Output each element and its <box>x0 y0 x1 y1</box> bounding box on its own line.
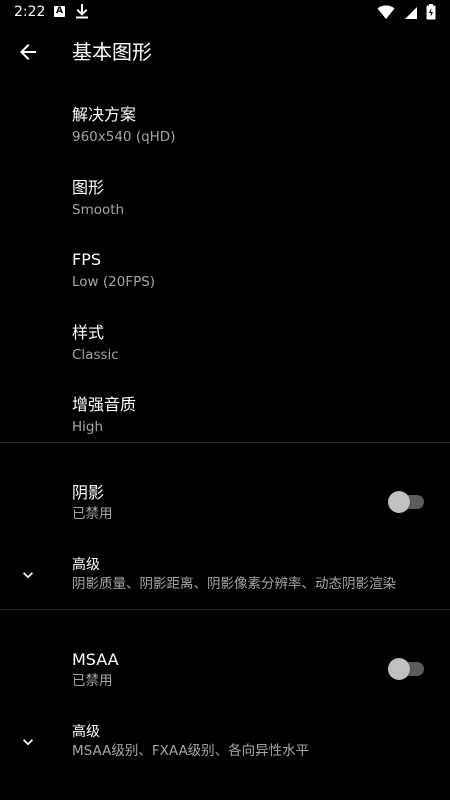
pref-summary: 已禁用 <box>72 506 113 522</box>
chevron-down-icon <box>18 565 38 585</box>
pref-resolution[interactable]: 解决方案 960x540 (qHD) <box>0 91 450 163</box>
pref-summary: Low (20FPS) <box>72 274 156 290</box>
pref-shadow-advanced[interactable]: 高级 阴影质量、阴影距离、阴影像素分辨率、动态阴影渲染 <box>0 543 450 607</box>
pref-title: MSAA <box>72 650 119 669</box>
page-title: 基本图形 <box>72 40 152 64</box>
switch-thumb <box>388 658 410 680</box>
pref-summary: 已禁用 <box>72 673 113 689</box>
pref-shadow-switch[interactable]: 阴影 已禁用 <box>0 469 450 537</box>
pref-msaa-advanced[interactable]: 高级 MSAA级别、FXAA级别、各向异性水平 <box>0 710 450 774</box>
notification-app-icon: A <box>54 6 65 17</box>
pref-summary: 阴影质量、阴影距离、阴影像素分辨率、动态阴影渲染 <box>72 576 396 592</box>
divider <box>0 442 450 443</box>
pref-summary: Classic <box>72 347 119 363</box>
pref-title: 样式 <box>72 323 105 342</box>
pref-summary: 960x540 (qHD) <box>72 129 176 145</box>
pref-title: 高级 <box>72 724 100 740</box>
pref-title: 阴影 <box>72 483 105 502</box>
status-bar: 2:22 A <box>0 0 450 24</box>
pref-fps[interactable]: FPS Low (20FPS) <box>0 236 450 308</box>
pref-title: 增强音质 <box>72 395 137 414</box>
pref-title: 图形 <box>72 178 105 197</box>
download-icon <box>75 3 89 23</box>
app-bar: 基本图形 <box>0 24 450 80</box>
status-icons <box>373 4 436 20</box>
pref-title: FPS <box>72 250 102 269</box>
status-time: 2:22 <box>14 4 46 20</box>
pref-summary: High <box>72 419 104 435</box>
pref-msaa-switch[interactable]: MSAA 已禁用 <box>0 636 450 704</box>
shadow-toggle[interactable] <box>388 491 426 513</box>
pref-summary: Smooth <box>72 202 125 218</box>
chevron-down-icon <box>18 732 38 752</box>
divider <box>0 609 450 610</box>
switch-thumb <box>388 491 410 513</box>
battery-icon <box>426 4 436 20</box>
pref-title: 高级 <box>72 557 100 573</box>
pref-style[interactable]: 样式 Classic <box>0 309 450 381</box>
arrow-back-icon[interactable] <box>16 40 40 64</box>
pref-summary: MSAA级别、FXAA级别、各向异性水平 <box>72 743 310 759</box>
msaa-toggle[interactable] <box>388 658 426 680</box>
wifi-icon <box>377 5 395 19</box>
pref-graphics[interactable]: 图形 Smooth <box>0 164 450 236</box>
pref-title: 解决方案 <box>72 105 137 124</box>
signal-icon <box>404 7 417 19</box>
